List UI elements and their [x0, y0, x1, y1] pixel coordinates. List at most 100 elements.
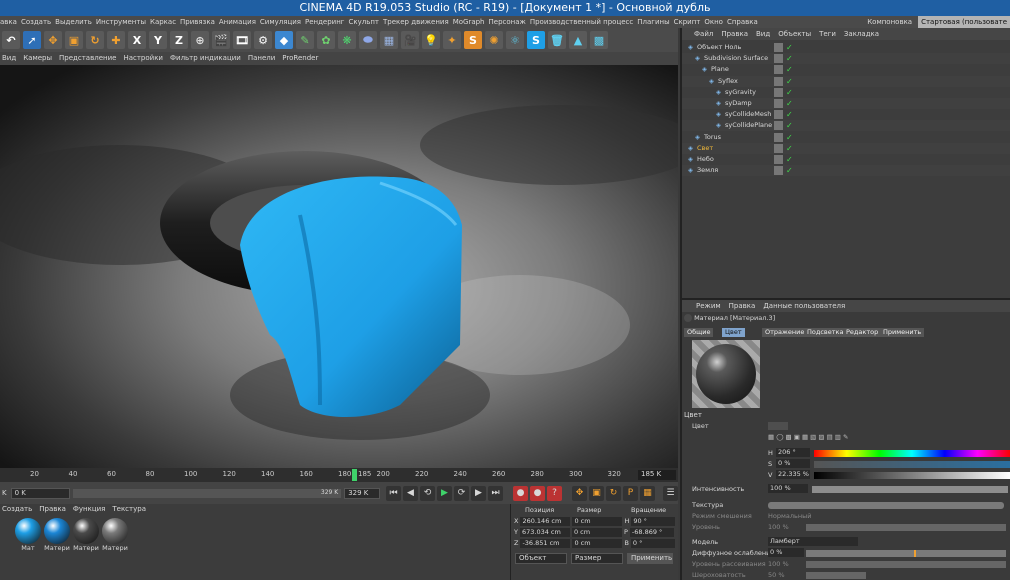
enabled-check-icon[interactable]: ✓ — [786, 76, 793, 87]
triangle-icon[interactable]: ▲ — [569, 31, 587, 49]
object-row[interactable]: ◈ Subdivision Surface ✓ — [682, 53, 1010, 65]
object-row[interactable]: ◈ syCollidePlane ✓ — [682, 120, 1010, 132]
intensity-slider[interactable] — [812, 486, 1008, 493]
viewport-menu-item[interactable]: ProRender — [282, 52, 318, 65]
visibility-toggle[interactable] — [774, 65, 783, 75]
viewport-menu-item[interactable]: Фильтр индикации — [170, 52, 241, 65]
size-field[interactable]: 0 cm — [572, 517, 623, 526]
menu-item[interactable]: Анимация — [219, 16, 256, 28]
size-field[interactable]: 0 cm — [571, 528, 622, 537]
syflex-icon[interactable]: S — [527, 31, 545, 49]
model-select[interactable]: Ламберт — [768, 537, 858, 546]
end-frame[interactable]: 185 K — [638, 470, 676, 480]
intensity-value[interactable]: 100 % — [768, 484, 808, 493]
object-menu-item[interactable]: Файл — [694, 28, 713, 40]
scatter-value[interactable]: 100 % — [768, 559, 789, 569]
material-menu-item[interactable]: Правка — [39, 504, 66, 514]
attribute-menu-item[interactable]: Правка — [729, 300, 756, 312]
object-name[interactable]: Земля — [697, 165, 718, 176]
object-name[interactable]: Небо — [697, 154, 714, 165]
playhead[interactable] — [352, 469, 357, 481]
menu-item[interactable]: Скульпт — [348, 16, 379, 28]
enabled-check-icon[interactable]: ✓ — [786, 143, 793, 154]
enabled-check-icon[interactable]: ✓ — [786, 109, 793, 120]
visibility-toggle[interactable] — [774, 155, 783, 164]
visibility-toggle[interactable] — [774, 43, 783, 52]
menu-item[interactable]: Персонаж — [489, 16, 526, 28]
object-menu-item[interactable]: Объекты — [778, 28, 811, 40]
render-view-icon[interactable]: 🎬 — [212, 31, 230, 49]
record-icon[interactable]: ● — [513, 485, 528, 501]
floor-icon[interactable]: ▦ — [380, 31, 398, 49]
menu-item[interactable]: Выделить — [55, 16, 92, 28]
hsv-value[interactable]: 0 % — [776, 459, 810, 468]
go-end-icon[interactable]: ⏭ — [488, 485, 503, 501]
size-mode-select[interactable]: Размер — [571, 553, 623, 564]
array-icon[interactable]: ❋ — [338, 31, 356, 49]
material-swatch[interactable]: Матери — [72, 518, 100, 552]
diffuse-value[interactable]: 0 % — [768, 548, 804, 557]
hsv-slider[interactable] — [814, 472, 1010, 479]
attribute-tab[interactable]: Редактор — [843, 328, 882, 337]
object-name[interactable]: Subdivision Surface — [704, 53, 768, 64]
next-frame-icon[interactable]: ⟳ — [454, 485, 469, 501]
enabled-check-icon[interactable]: ✓ — [786, 64, 793, 75]
blend-value[interactable]: Нормальный — [768, 511, 811, 521]
roughness-value[interactable]: 50 % — [768, 570, 785, 580]
position-field[interactable]: 260.146 cm — [520, 517, 571, 526]
object-row[interactable]: ◈ syGravity ✓ — [682, 87, 1010, 98]
deformer-icon[interactable]: ⬬ — [359, 31, 377, 49]
rotation-key-icon[interactable]: ↻ — [606, 485, 621, 501]
object-row[interactable]: ◈ syCollideMesh ✓ — [682, 109, 1010, 120]
prev-key-icon[interactable]: ◀ — [403, 485, 418, 501]
menu-item[interactable]: Производственный процесс — [530, 16, 633, 28]
menu-item[interactable]: MoGraph — [453, 16, 485, 28]
prev-frame-icon[interactable]: ⟲ — [420, 485, 435, 501]
object-row[interactable]: ◈ Torus ✓ — [682, 132, 1010, 143]
viewport-menu-item[interactable]: Камеры — [23, 52, 52, 65]
coord-mode-select[interactable]: Объект — [515, 553, 567, 564]
menu-item[interactable]: Каркас — [150, 16, 176, 28]
viewport-menu-item[interactable]: Панели — [248, 52, 275, 65]
visibility-toggle[interactable] — [774, 110, 783, 120]
object-row[interactable]: ◈ Свет ✓ — [682, 142, 1010, 154]
roughness-slider[interactable] — [806, 572, 866, 579]
add-tool-icon[interactable]: ✚ — [107, 31, 125, 49]
sculpt-icon[interactable]: S — [464, 31, 482, 49]
undo-icon[interactable]: ↶ — [2, 31, 20, 49]
menu-item[interactable]: Инструменты — [96, 16, 146, 28]
position-field[interactable]: 673.034 cm — [519, 528, 570, 537]
go-start-icon[interactable]: ⏮ — [386, 485, 401, 501]
color-swatch[interactable] — [768, 422, 788, 430]
menu-item[interactable]: Справка — [727, 16, 758, 28]
object-name[interactable]: Syflex — [718, 76, 738, 87]
autokey-icon[interactable]: ● — [530, 485, 545, 501]
hsv-slider[interactable] — [814, 461, 1010, 468]
grid-icon[interactable]: ▩ — [590, 31, 608, 49]
visibility-toggle[interactable] — [774, 166, 783, 176]
menu-item[interactable]: Трекер движения — [383, 16, 449, 28]
attribute-tab[interactable]: Общие — [684, 328, 714, 337]
position-key-icon[interactable]: ✥ — [572, 485, 587, 501]
object-row[interactable]: ◈ Syflex ✓ — [682, 75, 1010, 87]
scale-tool-icon[interactable]: ▣ — [65, 31, 83, 49]
rotation-field[interactable]: 90 ° — [631, 517, 676, 526]
texture-slot[interactable] — [768, 502, 1004, 509]
hsv-slider[interactable] — [814, 450, 1010, 457]
object-menu-item[interactable]: Правка — [721, 28, 748, 40]
visibility-toggle[interactable] — [774, 99, 783, 108]
render-picture-viewer-icon[interactable]: 🎞 — [233, 31, 251, 49]
scatter-slider[interactable] — [806, 561, 1006, 568]
menu-item[interactable]: Скрипт — [674, 16, 701, 28]
object-name[interactable]: syDamp — [725, 98, 752, 109]
material-menu-item[interactable]: Текстура — [112, 504, 146, 514]
hsv-value[interactable]: 22.335 % — [776, 470, 810, 479]
object-name[interactable]: Объект Ноль — [697, 42, 741, 53]
viewport-menu-item[interactable]: Настройки — [123, 52, 163, 65]
apply-button[interactable]: Применить — [627, 553, 673, 564]
object-name[interactable]: Torus — [704, 132, 721, 143]
menu-item[interactable]: Создать — [21, 16, 51, 28]
object-row[interactable]: ◈ Небо ✓ — [682, 154, 1010, 165]
rotation-field[interactable]: -68.869 ° — [629, 528, 674, 537]
object-row[interactable]: ◈ Plane ✓ — [682, 64, 1010, 75]
